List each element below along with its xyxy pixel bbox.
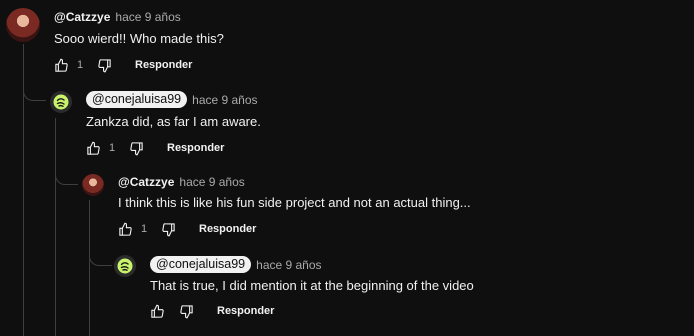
thumbs-up-icon[interactable]	[84, 139, 102, 157]
comment-actions: 1 Responder	[52, 56, 192, 74]
thread-line	[55, 165, 78, 185]
comment-time[interactable]: hace 9 años	[179, 175, 244, 189]
avatar[interactable]	[82, 174, 104, 196]
thumbs-down-icon[interactable]	[177, 302, 195, 320]
avatar[interactable]	[6, 8, 40, 42]
reply-button[interactable]: Responder	[217, 305, 274, 317]
thumbs-up-icon[interactable]	[148, 302, 166, 320]
like-count: 1	[109, 142, 116, 154]
like-count: 1	[77, 59, 84, 71]
avatar[interactable]	[114, 255, 136, 277]
comment-text: That is true, I did mention it at the be…	[150, 278, 474, 293]
thread-line	[55, 118, 56, 336]
comment-header: @conejaluisa99 hace 9 años	[86, 91, 258, 108]
channel-logo-icon	[53, 94, 69, 110]
thumbs-up-icon[interactable]	[116, 220, 134, 238]
thumbs-down-icon[interactable]	[159, 220, 177, 238]
thumbs-down-icon[interactable]	[95, 56, 113, 74]
comment-header: @conejaluisa99 hace 9 años	[150, 256, 322, 273]
comment-time[interactable]: hace 9 años	[115, 10, 180, 24]
thread-line	[89, 246, 112, 266]
comment-text: I think this is like his fun side projec…	[118, 195, 471, 210]
comment-actions: 1 Responder	[84, 139, 224, 157]
reply-button[interactable]: Responder	[135, 59, 192, 71]
reply-button[interactable]: Responder	[199, 223, 256, 235]
thumbs-down-icon[interactable]	[127, 139, 145, 157]
comment-author[interactable]: @Catzzye	[118, 175, 174, 189]
comment-actions: Responder	[148, 302, 274, 320]
thread-line	[23, 80, 46, 101]
thumbs-up-icon[interactable]	[52, 56, 70, 74]
comment-author[interactable]: @Catzzye	[54, 10, 110, 24]
comment-header: @Catzzye hace 9 años	[118, 175, 245, 189]
comment-time[interactable]: hace 9 años	[256, 258, 321, 272]
avatar[interactable]	[50, 91, 72, 113]
reply-button[interactable]: Responder	[167, 142, 224, 154]
comment-text: Zankza did, as far I am aware.	[86, 114, 261, 129]
comment-text: Sooo wierd!! Who made this?	[54, 31, 224, 46]
thread-line	[89, 200, 90, 336]
comment-author[interactable]: @conejaluisa99	[86, 91, 188, 108]
channel-logo-icon	[117, 258, 133, 274]
like-count: 1	[141, 223, 148, 235]
comment-actions: 1 Responder	[116, 220, 256, 238]
comment-author[interactable]: @conejaluisa99	[150, 256, 252, 273]
comment-time[interactable]: hace 9 años	[192, 93, 257, 107]
comment-header: @Catzzye hace 9 años	[54, 10, 181, 24]
